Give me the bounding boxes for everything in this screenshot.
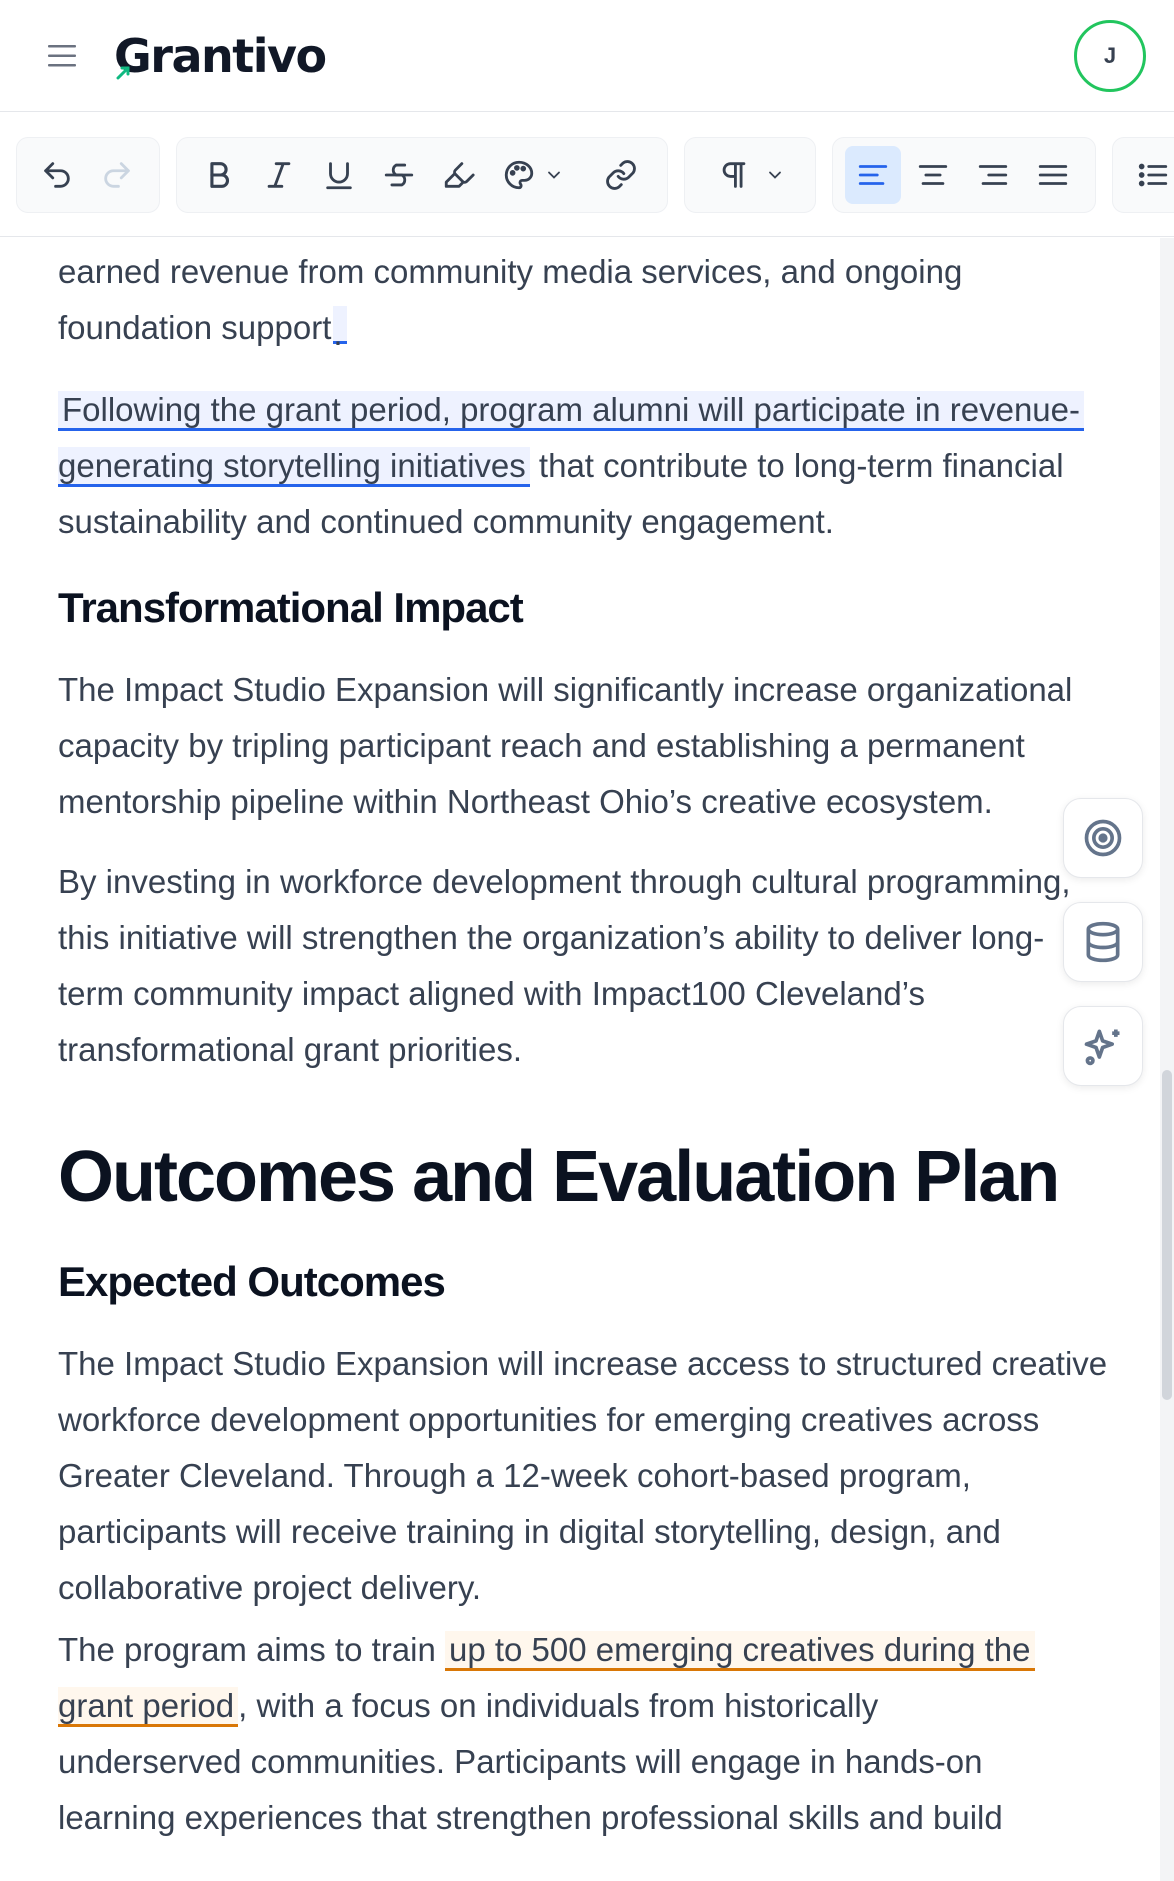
history-group [16,137,160,213]
redo-button[interactable] [89,146,145,204]
undo-button[interactable] [29,146,85,204]
list-group [1112,137,1174,213]
period-text: . [333,315,343,352]
avatar-initial: J [1103,43,1117,68]
align-center-icon [918,165,948,185]
text-line: foundation support. [58,300,1108,356]
paragraph-group [684,137,816,213]
paragraph[interactable]: The Impact Studio Expansion will increas… [58,1336,1108,1616]
redo-icon [104,162,130,188]
highlight-button[interactable] [431,146,487,204]
text-line: Following the grant period, program alum… [58,382,1108,438]
paragraph[interactable]: earned revenue from community media serv… [58,244,1108,356]
italic-button[interactable] [251,146,307,204]
flagged-highlight[interactable]: up to 500 emerging creatives during the [444,1631,1035,1671]
text-line: sustainability and continued community e… [58,503,834,540]
section-heading: Transformational Impact [58,584,524,631]
editor-toolbar [0,113,1174,237]
link-button[interactable] [593,146,649,204]
strikethrough-button[interactable] [371,146,427,204]
logo-arrow-icon [116,66,130,80]
text-color-dropdown[interactable] [539,146,569,204]
paragraph[interactable]: The Impact Studio Expansion will signifi… [58,662,1108,830]
scrollbar-track[interactable] [1160,238,1174,1881]
flagged-highlight[interactable]: grant period [58,1687,239,1727]
menu-button[interactable] [44,38,80,74]
palette-icon [504,160,534,190]
bullet-list-button[interactable] [1125,146,1174,204]
app-header: Grantivo J [0,0,1174,112]
text-line: The program aims to train up to 500 emer… [58,1622,1108,1678]
text-span: , with a focus on individuals from histo… [238,1687,879,1724]
text-span: The program aims to train [58,1631,445,1668]
ai-assistant-button[interactable] [1063,1006,1143,1086]
scrollbar-thumb[interactable] [1162,1070,1172,1400]
suggestion-highlight[interactable]: generating storytelling initiatives [58,447,530,487]
align-left-button[interactable] [845,146,901,204]
chevron-down-icon [769,171,781,179]
pilcrow-icon [722,162,746,188]
section-heading: Expected Outcomes [58,1258,446,1305]
page-heading: Outcomes and Evaluation Plan [58,1137,1060,1217]
text-line: grant period, with a focus on individual… [58,1678,1108,1734]
bold-icon [210,162,229,188]
text-line: learning experiences that strengthen pro… [58,1799,1003,1836]
comment-marker[interactable]: . [333,306,348,352]
align-center-button[interactable] [905,146,961,204]
list-icon [1138,163,1168,187]
text-line: generating storytelling initiatives that… [58,438,1108,494]
underline-button[interactable] [311,146,367,204]
bold-button[interactable] [191,146,247,204]
goals-button[interactable] [1063,798,1143,878]
formatting-group [176,137,668,213]
text-line: underserved communities. Participants wi… [58,1743,983,1780]
paragraph[interactable]: The program aims to train up to 500 emer… [58,1622,1108,1846]
app-logo[interactable]: Grantivo [114,26,327,86]
app-name: Grantivo [114,29,327,83]
strikethrough-icon [384,163,414,187]
paragraph[interactable]: By investing in workforce development th… [58,854,1108,1078]
text-span: foundation support [58,309,332,346]
align-justify-icon [1038,165,1068,185]
suggestion-highlight[interactable]: Following the grant period, program alum… [58,391,1085,431]
alignment-group [832,137,1096,213]
sparkles-icon [1084,1029,1120,1066]
avatar[interactable]: J [1074,20,1146,92]
text-line: earned revenue from community media serv… [58,253,963,290]
link-icon [606,160,636,190]
align-left-icon [858,165,888,185]
undo-icon [44,162,70,188]
paragraph[interactable]: Following the grant period, program alum… [58,382,1108,550]
target-icon [1084,819,1122,857]
align-right-button[interactable] [965,146,1021,204]
chevron-down-icon [548,171,560,179]
paragraph-style-dropdown[interactable] [699,146,803,204]
align-justify-button[interactable] [1025,146,1081,204]
data-sources-button[interactable] [1063,902,1143,982]
highlighter-icon [444,162,475,188]
hamburger-icon [48,45,76,67]
align-right-icon [978,165,1008,185]
italic-icon [267,162,291,188]
underline-icon [326,162,352,190]
text-span: that contribute to long-term financial [529,447,1064,484]
database-icon [1086,921,1120,963]
